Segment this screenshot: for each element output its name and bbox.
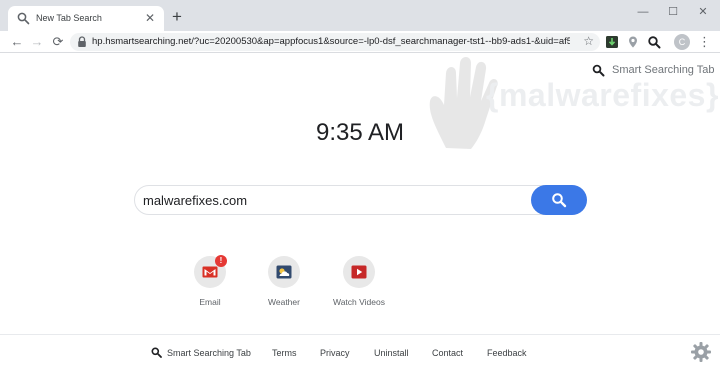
shortcut-label: Email <box>199 297 221 307</box>
search-bar <box>134 185 587 215</box>
weather-icon <box>276 265 292 279</box>
tab-new-tab-search[interactable]: New Tab Search ✕ <box>8 6 164 31</box>
browser-menu-icon[interactable]: ⋮ <box>698 33 711 51</box>
clock: 9:35 AM <box>315 119 405 146</box>
search-input[interactable] <box>143 191 523 209</box>
search-extension-icon[interactable] <box>647 35 661 49</box>
shortcut-circle <box>268 256 300 288</box>
footer-brand-link[interactable]: Smart Searching Tab <box>167 348 251 358</box>
shortcut-label: Weather <box>268 297 300 307</box>
footer-search-icon <box>151 347 162 358</box>
new-tab-page: {malwarefixes} Smart Searching Tab 9:35 … <box>0 53 720 370</box>
minimize-button[interactable]: — <box>628 2 658 22</box>
tab-close-icon[interactable]: ✕ <box>142 10 158 26</box>
maximize-button[interactable]: ☐ <box>658 2 688 22</box>
address-bar[interactable]: hp.hsmartsearching.net/?uc=20200530&ap=a… <box>70 33 600 51</box>
tab-title: New Tab Search <box>36 13 102 23</box>
lock-icon <box>78 36 86 47</box>
footer-link-feedback[interactable]: Feedback <box>487 348 527 358</box>
notification-badge: ! <box>215 255 227 267</box>
search-button[interactable] <box>531 185 587 215</box>
brand-name: Smart Searching Tab <box>612 64 715 76</box>
gear-icon[interactable] <box>690 341 712 363</box>
brand-search-icon <box>592 64 605 77</box>
tab-strip: New Tab Search ✕ + — ☐ ✕ <box>0 0 720 31</box>
footer-link-uninstall[interactable]: Uninstall <box>374 348 409 358</box>
bookmark-star-icon[interactable]: ☆ <box>583 34 594 48</box>
shortcut-weather[interactable]: Weather <box>244 256 324 308</box>
footer: Smart Searching Tab Terms Privacy Uninst… <box>0 334 720 370</box>
footer-link-contact[interactable]: Contact <box>432 348 463 358</box>
shortcut-label: Watch Videos <box>333 297 385 307</box>
reload-button[interactable]: ⟳ <box>49 33 67 51</box>
video-play-icon <box>351 265 367 279</box>
gmail-icon <box>202 266 218 278</box>
search-favicon-icon <box>17 12 30 25</box>
search-icon <box>552 193 567 208</box>
shortcut-circle: ! <box>194 255 227 288</box>
new-tab-button[interactable]: + <box>169 8 185 25</box>
forward-button[interactable]: → <box>28 33 46 51</box>
shortcut-watch-videos[interactable]: Watch Videos <box>319 256 399 308</box>
browser-toolbar: ← → ⟳ hp.hsmartsearching.net/?uc=2020053… <box>0 31 720 53</box>
profile-avatar[interactable]: C <box>674 34 690 50</box>
location-extension-icon[interactable] <box>626 35 640 49</box>
footer-link-privacy[interactable]: Privacy <box>320 348 350 358</box>
footer-link-terms[interactable]: Terms <box>272 348 297 358</box>
url-text[interactable]: hp.hsmartsearching.net/?uc=20200530&ap=a… <box>92 36 570 47</box>
back-button[interactable]: ← <box>8 33 26 51</box>
shortcut-circle <box>343 256 375 288</box>
window-close-button[interactable]: ✕ <box>688 2 718 22</box>
shortcut-email[interactable]: ! Email <box>170 255 250 308</box>
watermark-text: {malwarefixes} <box>486 77 719 113</box>
download-extension-icon[interactable] <box>605 35 619 49</box>
